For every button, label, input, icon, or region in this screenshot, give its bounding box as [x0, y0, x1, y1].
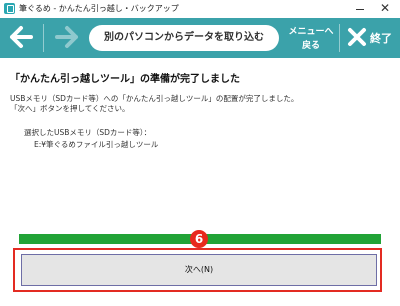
forward-arrow-icon [55, 26, 78, 48]
back-button[interactable] [6, 22, 36, 52]
minimize-button[interactable] [348, 0, 372, 18]
close-icon: ✕ [380, 1, 391, 15]
main-content: 「かんたん引っ越しツール」の準備が完了しました USBメモリ（SDカード等）への… [0, 58, 400, 306]
step-number-badge: 6 [190, 230, 208, 248]
close-window-button[interactable]: ✕ [374, 0, 398, 18]
app-icon [4, 3, 15, 14]
message-line: 「次へ」ボタンを押してください。 [10, 104, 130, 113]
next-button[interactable]: 次へ(N) [21, 254, 377, 286]
back-to-menu-button[interactable]: メニューへ 戻る [287, 24, 335, 52]
toolbar-divider [43, 24, 44, 52]
selected-drive-path: E:¥筆ぐるめファイル引っ越しツール [34, 140, 159, 149]
toolbar: 別のパソコンからデータを取り込む メニューへ 戻る 終了 [0, 18, 400, 58]
toolbar-divider [339, 24, 340, 52]
page-heading: 「かんたん引っ越しツール」の準備が完了しました [10, 74, 240, 85]
step-title: 別のパソコンからデータを取り込む [89, 25, 279, 51]
menu-button-line2: 戻る [301, 41, 320, 51]
window-title: 筆ぐるめ - かんたん引っ越し・バックアップ [19, 4, 179, 13]
menu-button-line1: メニューへ [288, 27, 334, 37]
forward-button[interactable] [52, 22, 82, 52]
exit-label: 終了 [370, 32, 392, 45]
back-arrow-icon [10, 26, 33, 48]
title-bar: 筆ぐるめ - かんたん引っ越し・バックアップ ✕ [0, 0, 400, 19]
selected-drive-label: 選択したUSBメモリ（SDカード等）： [24, 128, 152, 137]
exit-x-icon [348, 28, 366, 46]
exit-button[interactable]: 終了 [343, 24, 395, 52]
